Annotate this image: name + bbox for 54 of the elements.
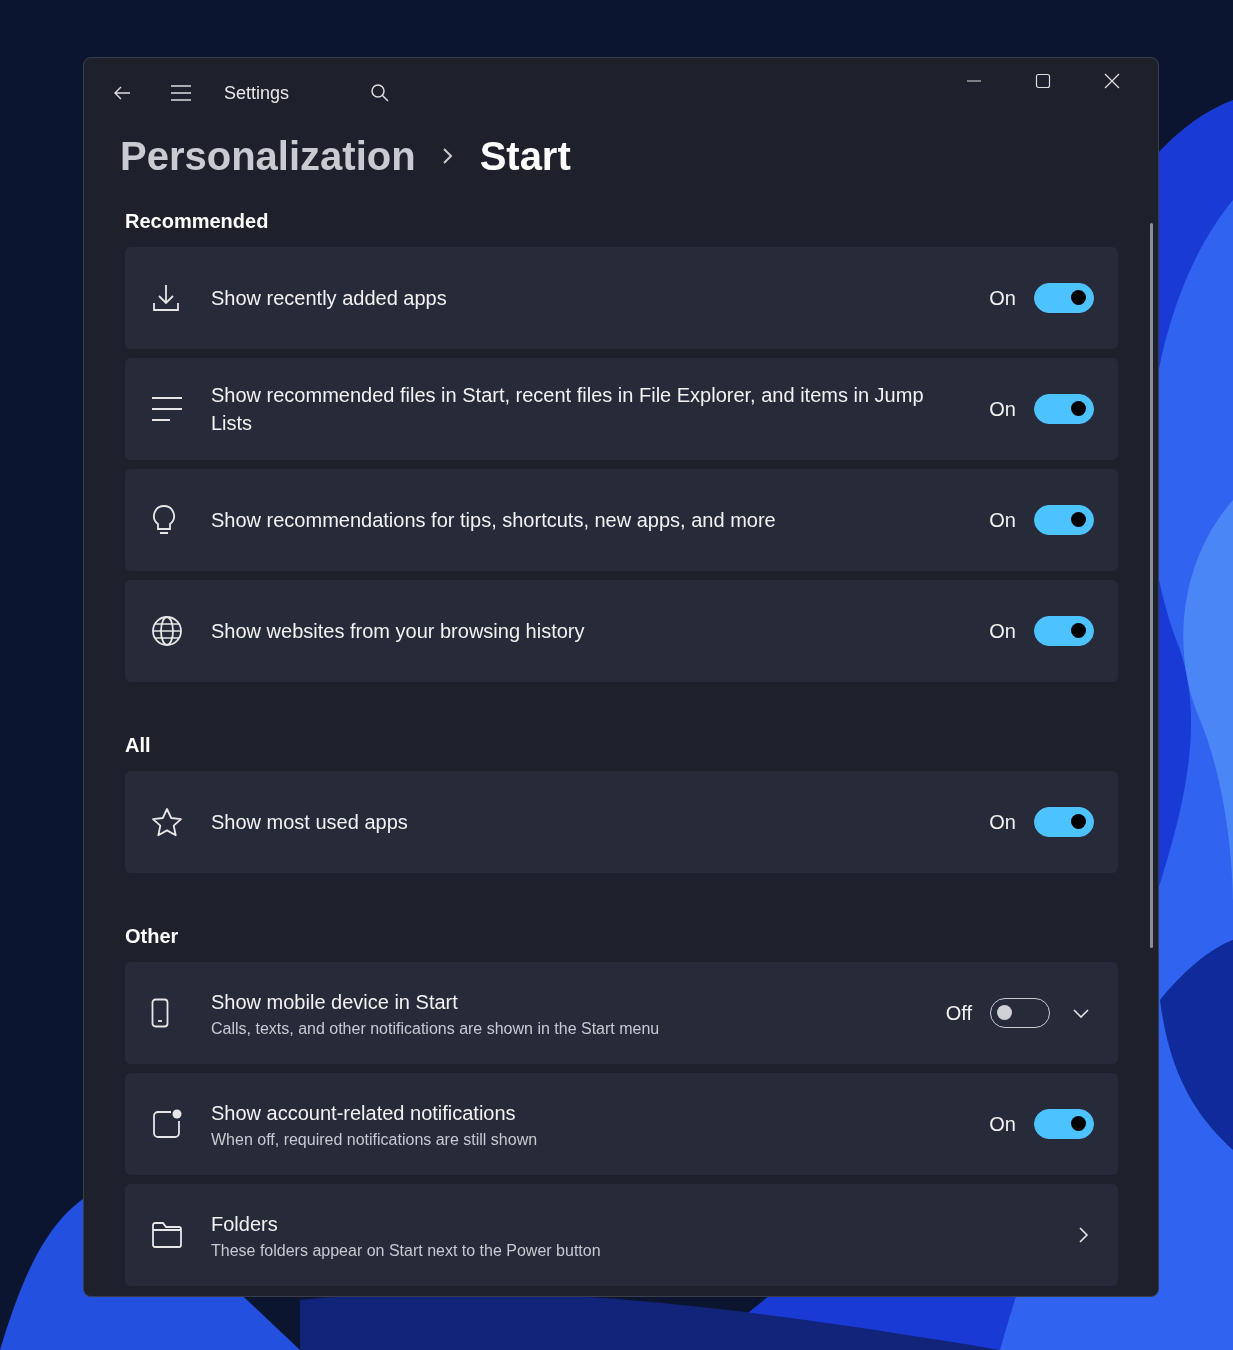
notification-icon <box>151 1108 183 1140</box>
setting-card[interactable]: Show recommended files in Start, recent files in File Explorer, and items in Jump Lists On <box>125 358 1118 460</box>
setting-card[interactable]: Show websites from your browsing history On <box>125 580 1118 682</box>
toggle-state-label: On <box>989 397 1016 421</box>
setting-title: Show most used apps <box>211 810 409 835</box>
setting-card[interactable]: Show mobile device in Start Calls, texts, and other notifications are shown in the Start menu Off <box>125 962 1118 1064</box>
close-icon <box>1103 73 1120 89</box>
toggle-switch[interactable] <box>1034 505 1094 535</box>
breadcrumb-item[interactable]: Personalization <box>120 133 416 179</box>
section-heading: Recommended <box>125 210 270 233</box>
setting-title: Show recommendations for tips, shortcuts, new apps, and more <box>211 508 777 533</box>
toggle-switch[interactable] <box>1034 394 1094 424</box>
toggle-switch[interactable] <box>1034 616 1094 646</box>
star-icon <box>151 807 183 837</box>
scrollbar[interactable] <box>1150 223 1153 948</box>
toggle-switch[interactable] <box>1034 1109 1094 1139</box>
setting-card[interactable]: Show recently added apps On <box>125 247 1118 349</box>
section-heading: Other <box>125 925 180 948</box>
setting-title: Folders <box>211 1212 279 1237</box>
setting-title: Show recommended files in Start, recent files in File Explorer, and items in Jump Lists <box>211 383 925 436</box>
menu-icon <box>170 84 192 102</box>
lightbulb-icon <box>151 504 177 536</box>
download-icon <box>151 283 181 313</box>
breadcrumb-item: Start <box>479 133 571 179</box>
section-heading: All <box>125 734 152 757</box>
toggle-state-label: On <box>989 619 1016 643</box>
setting-title: Show mobile device in Start <box>211 990 459 1015</box>
setting-title: Show recently added apps <box>211 286 448 311</box>
folder-icon <box>151 1221 183 1249</box>
chevron-right-icon <box>1078 1225 1090 1245</box>
setting-title: Show account-related notifications <box>211 1101 517 1126</box>
minimize-icon <box>965 80 982 82</box>
setting-card[interactable]: Folders These folders appear on Start next to the Power button <box>125 1184 1118 1286</box>
lines-icon <box>151 395 183 423</box>
setting-title: Show websites from your browsing history <box>211 619 586 644</box>
setting-card[interactable]: Show recommendations for tips, shortcuts, new apps, and more On <box>125 469 1118 571</box>
phone-icon <box>151 998 169 1028</box>
search-icon <box>370 83 390 103</box>
window-title: Settings <box>224 82 291 104</box>
chevron-icon <box>441 146 454 166</box>
toggle-state-label: On <box>989 286 1016 310</box>
setting-card[interactable]: Show account-related notifications When off, required notifications are still shown On <box>125 1073 1118 1175</box>
setting-description: Calls, texts, and other notifications are shown in the Start menu <box>211 1020 661 1038</box>
maximize-icon <box>1034 73 1051 89</box>
toggle-state-label: On <box>989 810 1016 834</box>
setting-description: When off, required notifications are still shown <box>211 1131 539 1149</box>
toggle-switch[interactable] <box>1034 283 1094 313</box>
toggle-state-label: On <box>989 1112 1016 1136</box>
toggle-switch[interactable] <box>1034 807 1094 837</box>
setting-card[interactable]: Show most used apps On <box>125 771 1118 873</box>
setting-description: These folders appear on Start next to the Power button <box>211 1242 602 1260</box>
globe-icon <box>151 615 183 647</box>
toggle-state-label: Off <box>945 1001 972 1025</box>
toggle-state-label: On <box>989 508 1016 532</box>
